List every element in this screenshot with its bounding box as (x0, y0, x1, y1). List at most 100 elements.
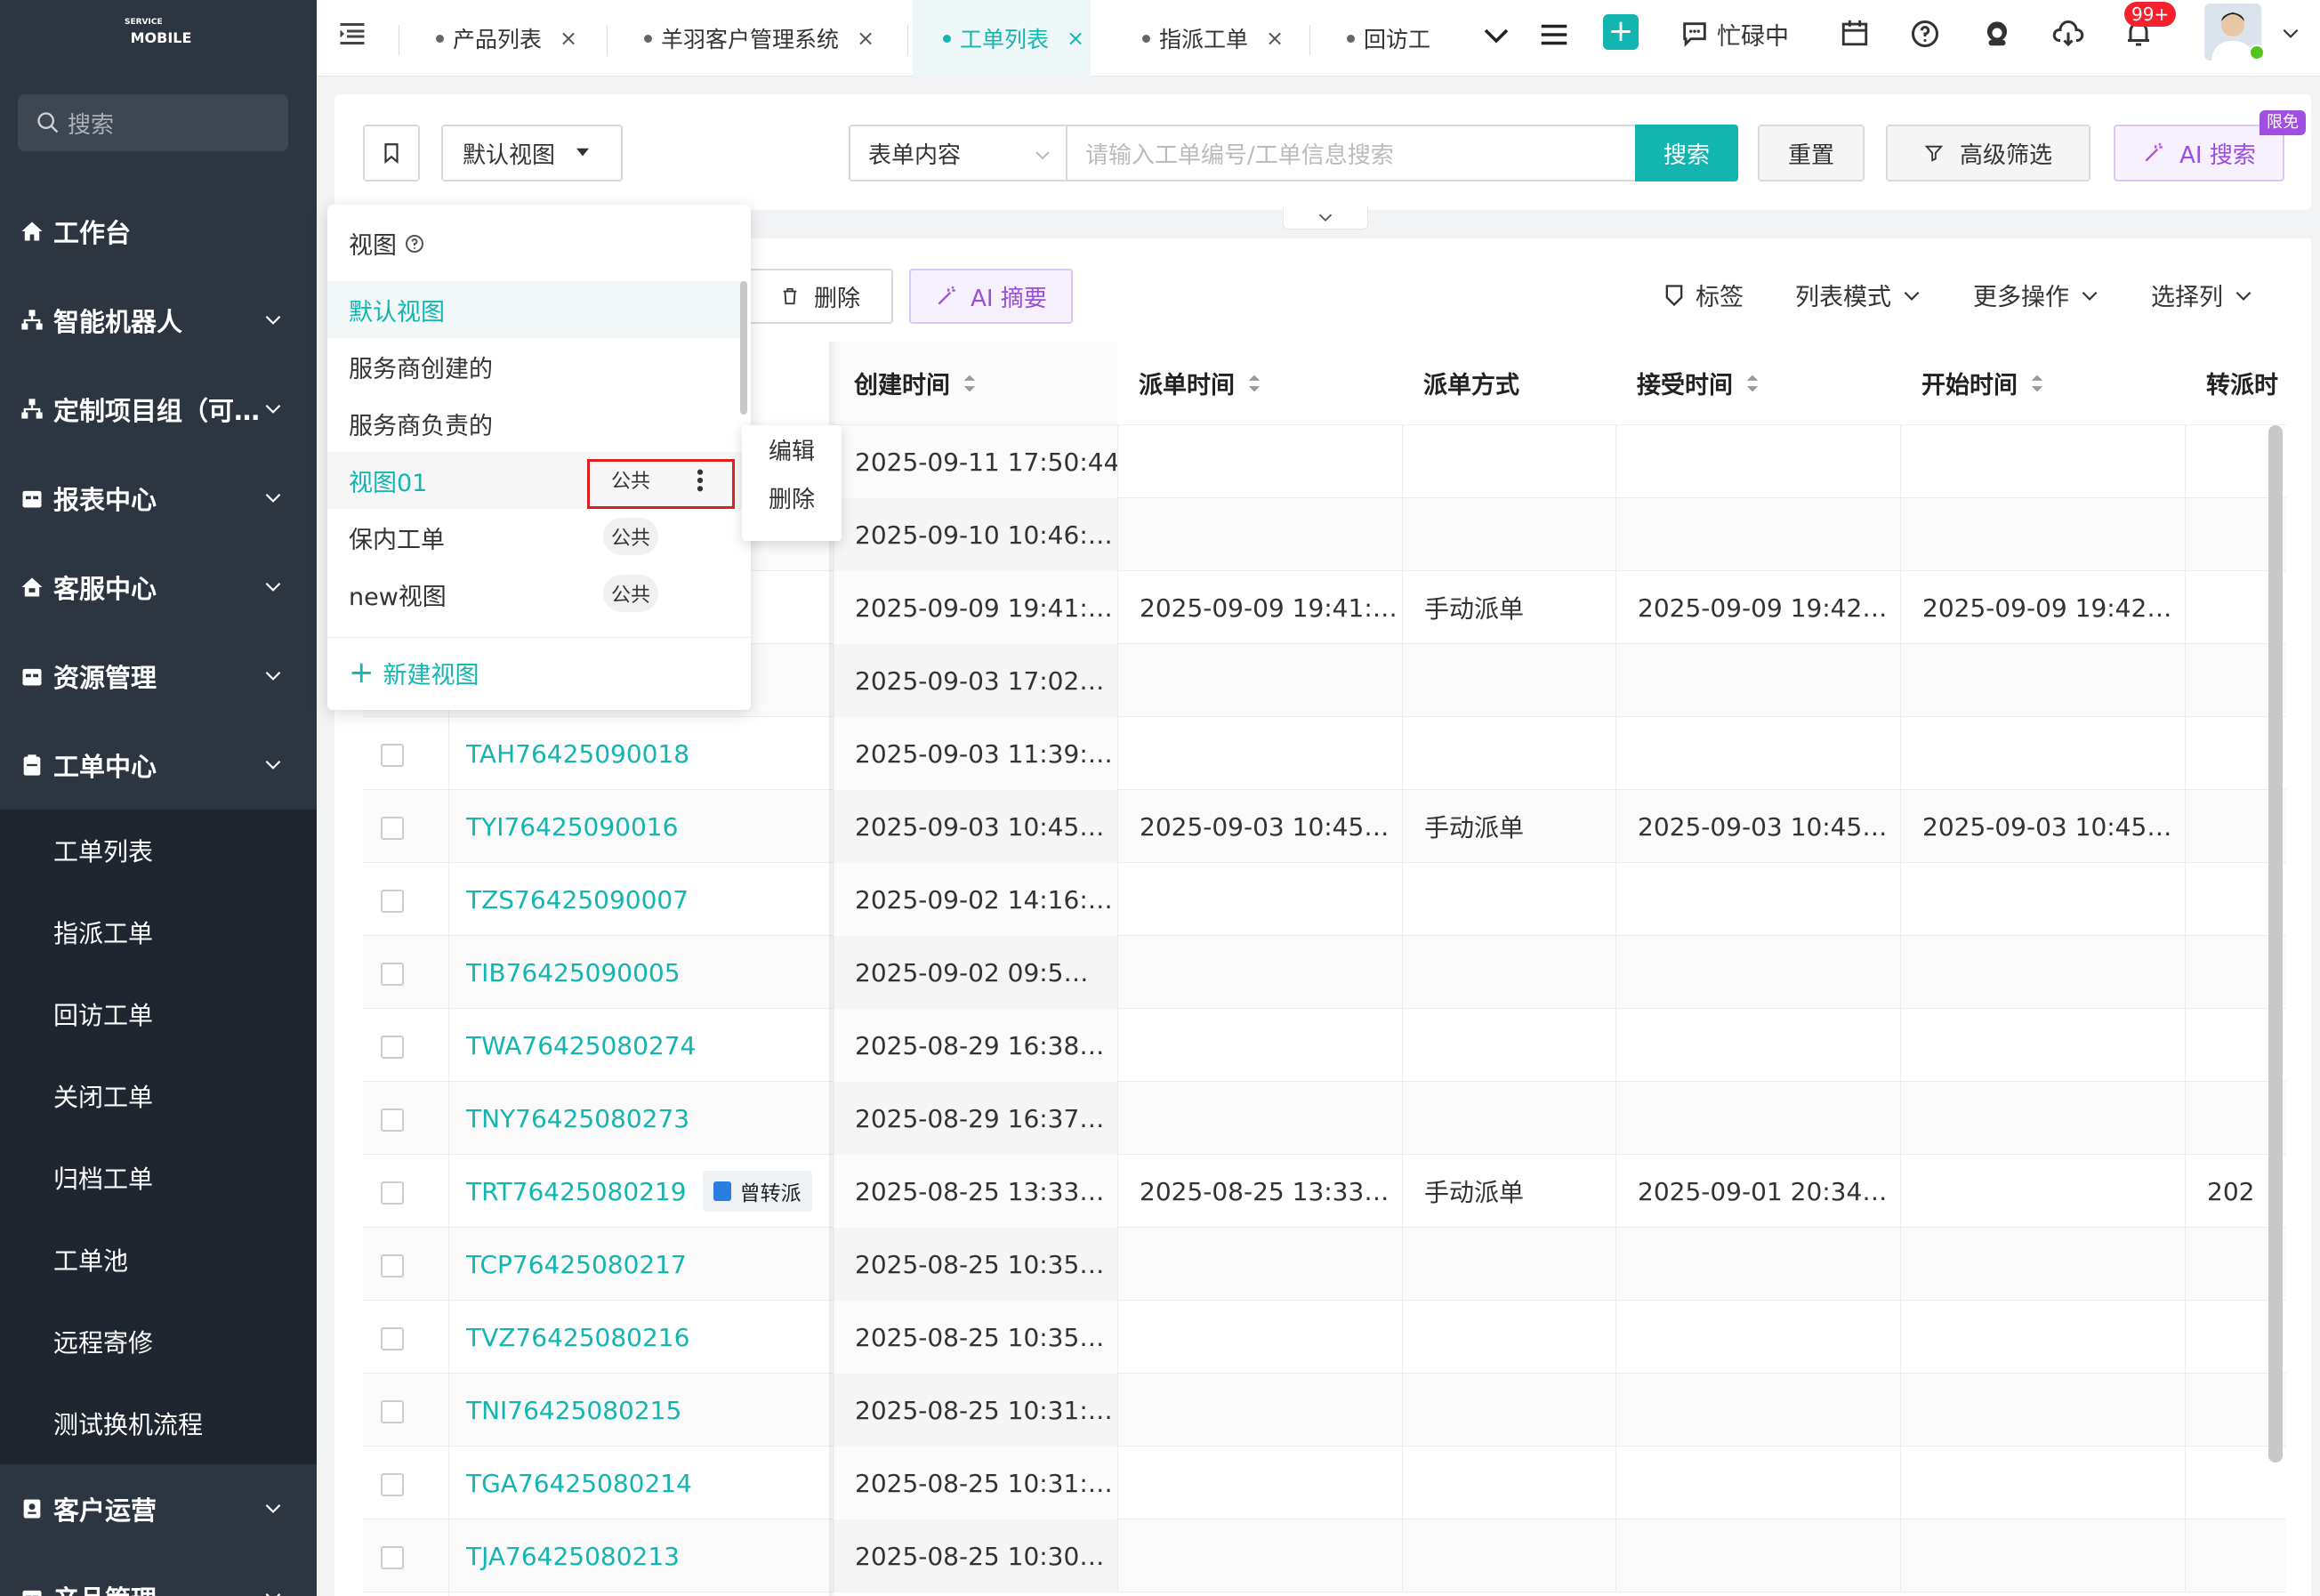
submenu-remote-repair[interactable]: 远程寄修 (0, 1301, 317, 1382)
new-view-button[interactable]: + 新建视图 (349, 655, 479, 690)
close-icon[interactable]: × (1266, 26, 1284, 51)
row-checkbox[interactable] (381, 1108, 404, 1132)
tag-button[interactable]: 标签 (1662, 278, 1744, 312)
column-header-dispatch-time[interactable]: 派单时间 (1117, 342, 1402, 425)
row-checkbox[interactable] (381, 963, 404, 986)
view-item-default[interactable]: 默认视图 (327, 281, 745, 338)
table-row[interactable]: TRT76425080219 曾转派 2025-08-25 13:33… 2025-0… (363, 1155, 2286, 1228)
delete-menu-item[interactable]: 删除 (742, 473, 842, 521)
help-icon[interactable] (1909, 18, 1941, 50)
ticket-id-link[interactable]: TIB76425090005 (466, 958, 681, 987)
table-row[interactable]: TWA76425080274 2025-08-29 16:38… (363, 1009, 2286, 1082)
row-checkbox[interactable] (381, 1036, 404, 1059)
sidebar-item-workbench[interactable]: 工作台 (0, 187, 317, 276)
table-row[interactable]: TCP76425080217 2025-08-25 10:35… (363, 1228, 2286, 1301)
dropdown-scrollbar[interactable] (740, 281, 747, 415)
row-checkbox[interactable] (381, 890, 404, 913)
list-mode-dropdown[interactable]: 列表模式 (1795, 278, 1923, 312)
ticket-id-link[interactable]: TYI76425090016 (466, 812, 678, 842)
submenu-followup[interactable]: 回访工单 (0, 973, 317, 1055)
close-icon[interactable]: × (560, 26, 577, 51)
sidebar-search[interactable]: 搜索 (18, 94, 288, 151)
view-item-provider-created[interactable]: 服务商创建的 (327, 338, 745, 395)
sidebar-item-product-mgmt[interactable]: 产品管理 (0, 1553, 317, 1596)
chevron-down-icon[interactable] (2279, 21, 2302, 44)
hamburger-icon[interactable] (1537, 18, 1571, 52)
ticket-id-link[interactable]: TZS76425090007 (466, 885, 689, 915)
add-button[interactable]: + (1603, 14, 1639, 50)
calendar-icon[interactable] (1840, 18, 1870, 48)
edit-menu-item[interactable]: 编辑 (742, 425, 842, 473)
tab-assigned-tickets[interactable]: 指派工单 × (1142, 0, 1284, 77)
row-checkbox[interactable] (381, 1546, 404, 1569)
table-row[interactable]: TJA76425080213 2025-08-25 10:30… (363, 1519, 2286, 1592)
row-checkbox[interactable] (381, 817, 404, 840)
more-actions-dropdown[interactable]: 更多操作 (1973, 278, 2101, 312)
view-select[interactable]: 默认视图 (441, 125, 623, 181)
table-row[interactable]: TIB76425090005 2025-09-02 09:5… (363, 936, 2286, 1009)
column-header-transfer-time[interactable]: 转派时 (2185, 342, 2286, 425)
vertical-scrollbar[interactable] (2268, 425, 2283, 1463)
ticket-id-link[interactable]: TNI76425080215 (466, 1396, 681, 1425)
table-row[interactable]: TNY76425080273 2025-08-29 16:37… (363, 1082, 2286, 1155)
sidebar-item-reports[interactable]: 报表中心 (0, 454, 317, 543)
cloud-download-icon[interactable] (2051, 18, 2085, 50)
table-row[interactable]: TYI76425090016 2025-09-03 10:45… 2025-09-0… (363, 790, 2286, 863)
ai-summary-button[interactable]: AI 摘要 (909, 269, 1073, 324)
row-checkbox[interactable] (381, 744, 404, 767)
submenu-ticket-list[interactable]: 工单列表 (0, 810, 317, 891)
sidebar-item-custom-project[interactable]: 定制项目组（可… (0, 365, 317, 454)
ticket-id-link[interactable]: TGA76425080214 (466, 1469, 692, 1498)
status-indicator[interactable]: 忙碌中 (1680, 0, 1789, 68)
view-item-warranty[interactable]: 保内工单 公共 (327, 509, 745, 566)
column-header-created[interactable]: 创建时间 (833, 342, 1117, 425)
sidebar-item-resources[interactable]: 资源管理 (0, 632, 317, 721)
submenu-assigned[interactable]: 指派工单 (0, 891, 317, 973)
submenu-swap-flow[interactable]: 测试换机流程 (0, 1382, 317, 1464)
close-icon[interactable]: × (1067, 26, 1084, 51)
submenu-ticket-pool[interactable]: 工单池 (0, 1219, 317, 1301)
sidebar-item-customer-ops[interactable]: 客户运营 (0, 1464, 317, 1553)
column-header-dispatch-method[interactable]: 派单方式 (1402, 342, 1615, 425)
ticket-id-link[interactable]: TNY76425080273 (466, 1104, 689, 1133)
select-columns-dropdown[interactable]: 选择列 (2151, 278, 2255, 312)
sort-icon[interactable] (2030, 374, 2044, 393)
ticket-id-link[interactable]: TRT76425080219 (466, 1177, 687, 1206)
tab-customer-system[interactable]: 羊羽客户管理系统 × (644, 0, 874, 77)
view-item-provider-owned[interactable]: 服务商负责的 (327, 395, 745, 452)
table-row[interactable]: TZS76425090007 2025-09-02 14:16:… (363, 863, 2286, 936)
ticket-id-link[interactable]: TVZ76425080216 (466, 1323, 689, 1352)
ticket-id-link[interactable]: TAH76425090018 (466, 739, 689, 769)
row-checkbox[interactable] (381, 1181, 404, 1205)
view-item-new[interactable]: new视图 公共 (327, 566, 745, 623)
row-checkbox[interactable] (381, 1254, 404, 1278)
row-checkbox[interactable] (381, 1327, 404, 1350)
sidebar-item-ticket-center[interactable]: 工单中心 (0, 721, 317, 810)
sidebar-item-robot[interactable]: 智能机器人 (0, 276, 317, 365)
sort-icon[interactable] (1247, 374, 1261, 393)
column-header-start-time[interactable]: 开始时间 (1900, 342, 2185, 425)
delete-button[interactable]: 删除 (747, 269, 893, 324)
menu-collapse-icon[interactable] (336, 18, 368, 50)
help-icon[interactable] (404, 233, 425, 254)
tab-product-list[interactable]: 产品列表 × (436, 0, 577, 77)
ticket-id-link[interactable]: TWA76425080274 (466, 1031, 696, 1060)
service-agent-icon[interactable] (1980, 16, 2014, 50)
search-button[interactable]: 搜索 (1635, 125, 1738, 181)
tab-ticket-list[interactable]: 工单列表 × (913, 0, 1091, 77)
advanced-filter-button[interactable]: 高级筛选 (1886, 125, 2090, 181)
table-row[interactable]: TAH76425090018 2025-09-03 11:39:… (363, 717, 2286, 790)
ticket-id-link[interactable]: TCP76425080217 (466, 1250, 687, 1279)
table-row[interactable]: TVZ76425080216 2025-08-25 10:35… (363, 1301, 2286, 1374)
sort-icon[interactable] (1745, 374, 1760, 393)
search-type-select[interactable]: 表单内容 (849, 125, 1067, 181)
tab-followup[interactable]: 回访工 (1347, 0, 1430, 77)
row-checkbox[interactable] (381, 1400, 404, 1423)
chevron-down-icon[interactable] (1480, 20, 1512, 52)
sidebar-item-service-center[interactable]: 客服中心 (0, 543, 317, 632)
close-icon[interactable]: × (857, 26, 874, 51)
bookmark-button[interactable] (363, 125, 420, 181)
table-row[interactable]: TGA76425080214 2025-08-25 10:31:… (363, 1447, 2286, 1519)
table-row[interactable]: TNI76425080215 2025-08-25 10:31:… (363, 1374, 2286, 1447)
collapse-toggle[interactable] (1283, 206, 1368, 230)
